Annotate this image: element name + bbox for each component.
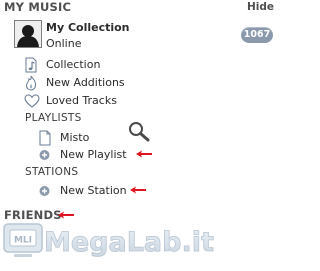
nav-item-label: New Playlist [60,148,127,161]
avatar[interactable] [14,20,42,48]
svg-text:MegaLab.it: MegaLab.it [44,227,214,258]
music-note-icon [24,57,38,73]
profile-status: Online [46,37,82,50]
new-station-button[interactable]: New Station [38,183,128,199]
nav-item-loved-tracks[interactable]: Loved Tracks [24,93,164,109]
document-icon [38,130,52,146]
nav-item-label: Loved Tracks [46,94,117,107]
section-label-stations: STATIONS [25,166,79,178]
collection-count-badge: 1067 [241,27,273,43]
nav-item-label: Collection [46,58,101,71]
heart-icon [24,93,40,109]
nav-item-new-additions[interactable]: New Additions [24,75,164,91]
section-label-playlists: PLAYLISTS [25,112,82,124]
nav-item-label: Misto [60,131,90,144]
hide-link[interactable]: Hide [247,1,274,13]
search-icon[interactable] [127,121,153,143]
flame-icon [24,75,38,91]
new-playlist-button[interactable]: New Playlist [38,147,128,163]
watermark-logo: MLI MegaLab.it [0,218,215,267]
nav-item-label: New Additions [46,76,125,89]
plus-circle-icon [38,183,52,199]
nav-item-collection[interactable]: Collection [24,57,164,73]
red-arrow-annotation [136,150,152,158]
plus-circle-icon [38,147,52,163]
nav-item-playlist-misto[interactable]: Misto [38,130,118,146]
red-arrow-annotation [130,186,146,194]
user-silhouette-icon [15,21,41,47]
nav-item-label: New Station [60,184,127,197]
section-title-my-music: MY MUSIC [4,0,72,14]
svg-text:MLI: MLI [14,236,32,246]
profile-name[interactable]: My Collection [46,21,130,34]
